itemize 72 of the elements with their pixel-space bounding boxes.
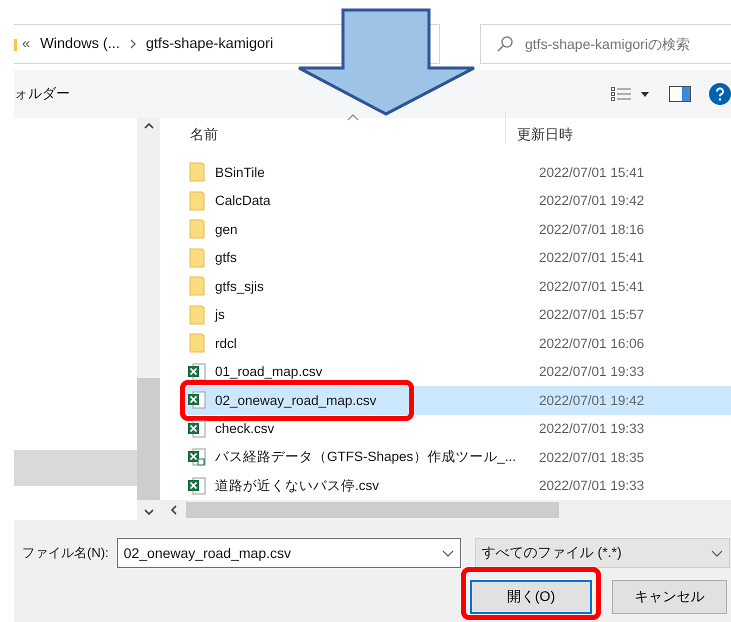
file-row[interactable]: CalcData 2022/07/01 19:42 [183,186,731,215]
new-folder-button[interactable]: ォルダー [14,85,70,103]
modified-date: 2022/07/01 18:35 [539,450,644,465]
file-name: 01_road_map.csv [214,364,324,380]
preview-pane-icon[interactable] [669,86,691,102]
vertical-scrollbar[interactable] [137,118,160,520]
folder-icon [189,333,205,354]
folder-icon [189,248,205,268]
modified-date: 2022/07/01 15:41 [539,278,644,294]
file-name: js [214,307,226,322]
breadcrumb[interactable]: Windows (... [40,36,120,52]
breadcrumb[interactable]: gtfs-shape-kamigori [146,36,274,52]
file-name: 02_oneway_road_map.csv [214,392,378,408]
file-name: バス経路データ（GTFS-Shapes）作成ツール_... [214,448,518,466]
modified-date: 2022/07/01 19:33 [539,421,644,436]
horizontal-scrollbar[interactable] [160,500,731,520]
file-name: BSinTile [214,164,266,180]
file-name-field[interactable]: 02_oneway_road_map.csv [116,538,461,568]
column-header[interactable]: 更新日時 [517,126,573,144]
file-name: CalcData [214,193,272,208]
spreadsheet-file-icon [187,420,207,438]
file-row[interactable]: check.csv 2022/07/01 19:33 [183,414,731,443]
file-name-label: ファイル名(N): [22,544,109,562]
folder-icon [189,304,205,325]
modified-date: 2022/07/01 19:33 [539,478,644,494]
file-name: 道路が近くないバス停.csv [214,476,380,495]
modified-date: 2022/07/01 18:16 [539,222,644,237]
scroll-left-icon[interactable] [170,505,178,515]
spreadsheet-file-icon [187,448,207,466]
file-row[interactable]: gen 2022/07/01 18:16 [183,215,731,244]
file-name: gen [214,222,239,237]
file-row[interactable]: 02_oneway_road_map.csv 2022/07/01 19:42 [183,386,731,414]
search-field[interactable]: gtfs-shape-kamigoriの検索 [480,24,731,64]
spreadsheet-file-icon [187,476,207,495]
modified-date: 2022/07/01 19:42 [539,193,644,208]
view-list-icon[interactable] [611,87,651,101]
file-name: check.csv [214,421,276,436]
file-row[interactable]: バス経路データ（GTFS-Shapes）作成ツール_... 2022/07/01 18:35 [183,443,731,472]
file-row[interactable]: gtfs_sjis 2022/07/01 15:41 [183,272,731,300]
modified-date: 2022/07/01 15:57 [539,307,644,322]
file-row[interactable]: BSinTile 2022/07/01 15:41 [183,158,731,186]
modified-date: 2022/07/01 15:41 [539,164,644,180]
modified-date: 2022/07/01 19:33 [539,364,644,380]
modified-date: 2022/07/01 16:06 [539,336,644,351]
search-icon [496,35,514,53]
file-row[interactable]: gtfs 2022/07/01 15:41 [183,244,731,272]
file-row[interactable]: 道路が近くないバス停.csv 2022/07/01 19:33 [183,472,731,500]
chevron-down-icon [710,550,723,556]
overflow-chevron[interactable]: « [22,36,30,52]
chevron-right-icon [130,39,136,49]
scroll-down-icon[interactable] [144,508,154,516]
column-header[interactable]: 名前 [190,126,218,142]
spreadsheet-file-icon [187,362,207,381]
help-icon[interactable] [709,83,731,105]
file-type-dropdown[interactable]: すべてのファイル (*.*) [474,538,730,568]
modified-date: 2022/07/01 19:42 [539,392,644,408]
folder-icon [189,190,205,211]
modified-date: 2022/07/01 15:41 [539,250,644,266]
scroll-up-icon[interactable] [144,122,154,130]
file-name: gtfs_sjis [214,278,265,294]
file-row[interactable]: rdcl 2022/07/01 16:06 [183,329,731,358]
cancel-button[interactable]: キャンセル [612,580,727,614]
file-name: rdcl [214,336,238,351]
folder-icon [189,219,205,240]
file-row[interactable]: js 2022/07/01 15:57 [183,300,731,329]
open-button[interactable]: 開く(O) [470,580,592,614]
chevron-down-icon[interactable] [442,550,454,556]
folder-icon [189,162,205,182]
spreadsheet-file-icon [187,391,207,410]
file-row[interactable]: 01_road_map.csv 2022/07/01 19:33 [183,358,731,386]
file-name: gtfs [214,250,238,266]
folder-icon [189,276,205,296]
